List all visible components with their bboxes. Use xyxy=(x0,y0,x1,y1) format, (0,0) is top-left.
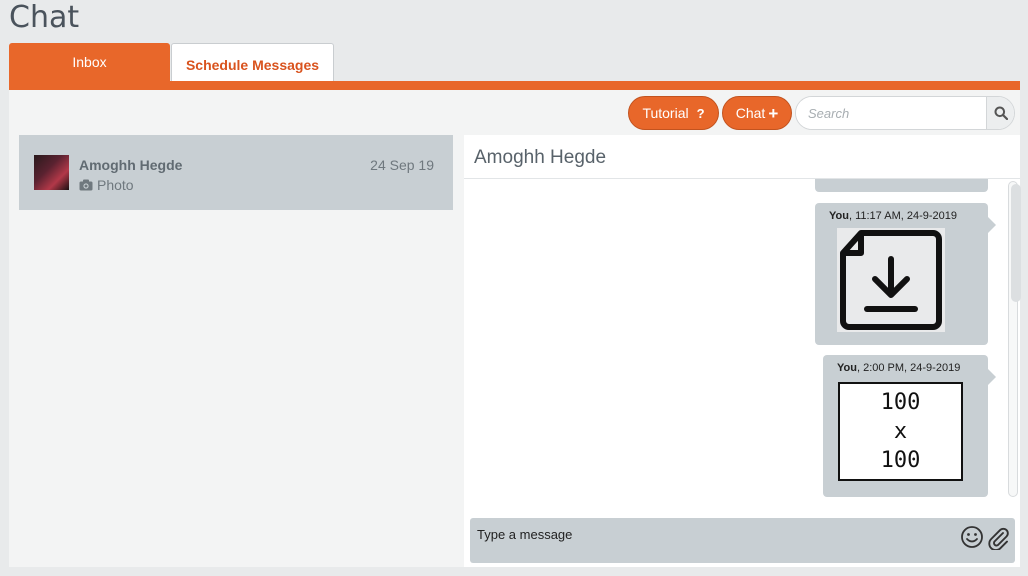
message-list: You, 11:17 AM, 24-9-2019 You, 2:00 PM, 2… xyxy=(464,179,1006,501)
message-sender: You xyxy=(837,362,857,374)
camera-icon xyxy=(79,179,93,191)
message-time: , 2:00 PM, 24-9-2019 xyxy=(856,362,961,374)
conversation-preview-text: Photo xyxy=(97,177,134,193)
conversation-date: 24 Sep 19 xyxy=(370,157,434,173)
paperclip-icon xyxy=(988,527,1009,551)
chat-contact-name: Amoghh Hegde xyxy=(474,147,607,168)
page-title: Chat xyxy=(9,0,80,35)
tutorial-label: Tutorial xyxy=(642,105,689,121)
scroll-track xyxy=(1008,181,1021,497)
message-time: , 11:17 AM, 24-9-2019 xyxy=(848,210,958,222)
message-bubble: You, 11:17 AM, 24-9-2019 xyxy=(815,203,996,345)
search-button[interactable] xyxy=(986,97,1014,129)
message-sender: You xyxy=(829,210,849,222)
conversation-name: Amoghh Hegde xyxy=(79,157,183,173)
scroll-thumb[interactable] xyxy=(1011,184,1021,302)
new-chat-label: Chat xyxy=(735,105,766,121)
message-composer xyxy=(470,518,1015,563)
image-text-line: 100 xyxy=(880,390,921,415)
conversation-list: Amoghh Hegde 24 Sep 19 Photo xyxy=(19,135,453,210)
file-attachment[interactable] xyxy=(837,228,945,332)
new-chat-button[interactable]: Chat + xyxy=(722,96,792,130)
attach-button[interactable] xyxy=(986,524,1010,551)
tab-underline-bar xyxy=(9,81,1020,90)
question-icon: ? xyxy=(696,105,705,121)
chat-pane: Amoghh Hegde You, 11:17 AM, 24-9-2019 Yo… xyxy=(464,135,1021,567)
avatar xyxy=(34,155,69,190)
image-text-line: 100 xyxy=(880,448,921,473)
search-input[interactable] xyxy=(796,97,986,129)
image-attachment[interactable]: 100 x 100 xyxy=(838,382,963,481)
tutorial-button[interactable]: Tutorial ? xyxy=(628,96,719,130)
search-box xyxy=(795,96,1015,130)
message-bubble xyxy=(815,179,988,192)
chat-header: Amoghh Hegde xyxy=(464,135,1020,179)
image-text-line: x xyxy=(893,419,908,444)
message-input[interactable] xyxy=(477,527,937,542)
tab-bar: Inbox Schedule Messages xyxy=(9,43,334,81)
message-meta: You, 11:17 AM, 24-9-2019 xyxy=(829,210,957,222)
emoji-button[interactable] xyxy=(960,525,984,549)
message-bubble: You, 2:00 PM, 24-9-2019 100 x 100 xyxy=(823,355,996,497)
message-scrollbar[interactable] xyxy=(1006,179,1021,501)
conversation-preview: Photo xyxy=(79,177,134,193)
message-meta: You, 2:00 PM, 24-9-2019 xyxy=(837,362,960,374)
conversation-item[interactable]: Amoghh Hegde 24 Sep 19 Photo xyxy=(19,135,453,210)
plus-icon: + xyxy=(768,103,779,123)
tab-schedule-messages[interactable]: Schedule Messages xyxy=(171,43,334,81)
search-icon xyxy=(994,106,1008,120)
smiley-icon xyxy=(961,526,983,548)
file-download-icon xyxy=(840,230,942,330)
tab-inbox[interactable]: Inbox xyxy=(9,43,170,81)
